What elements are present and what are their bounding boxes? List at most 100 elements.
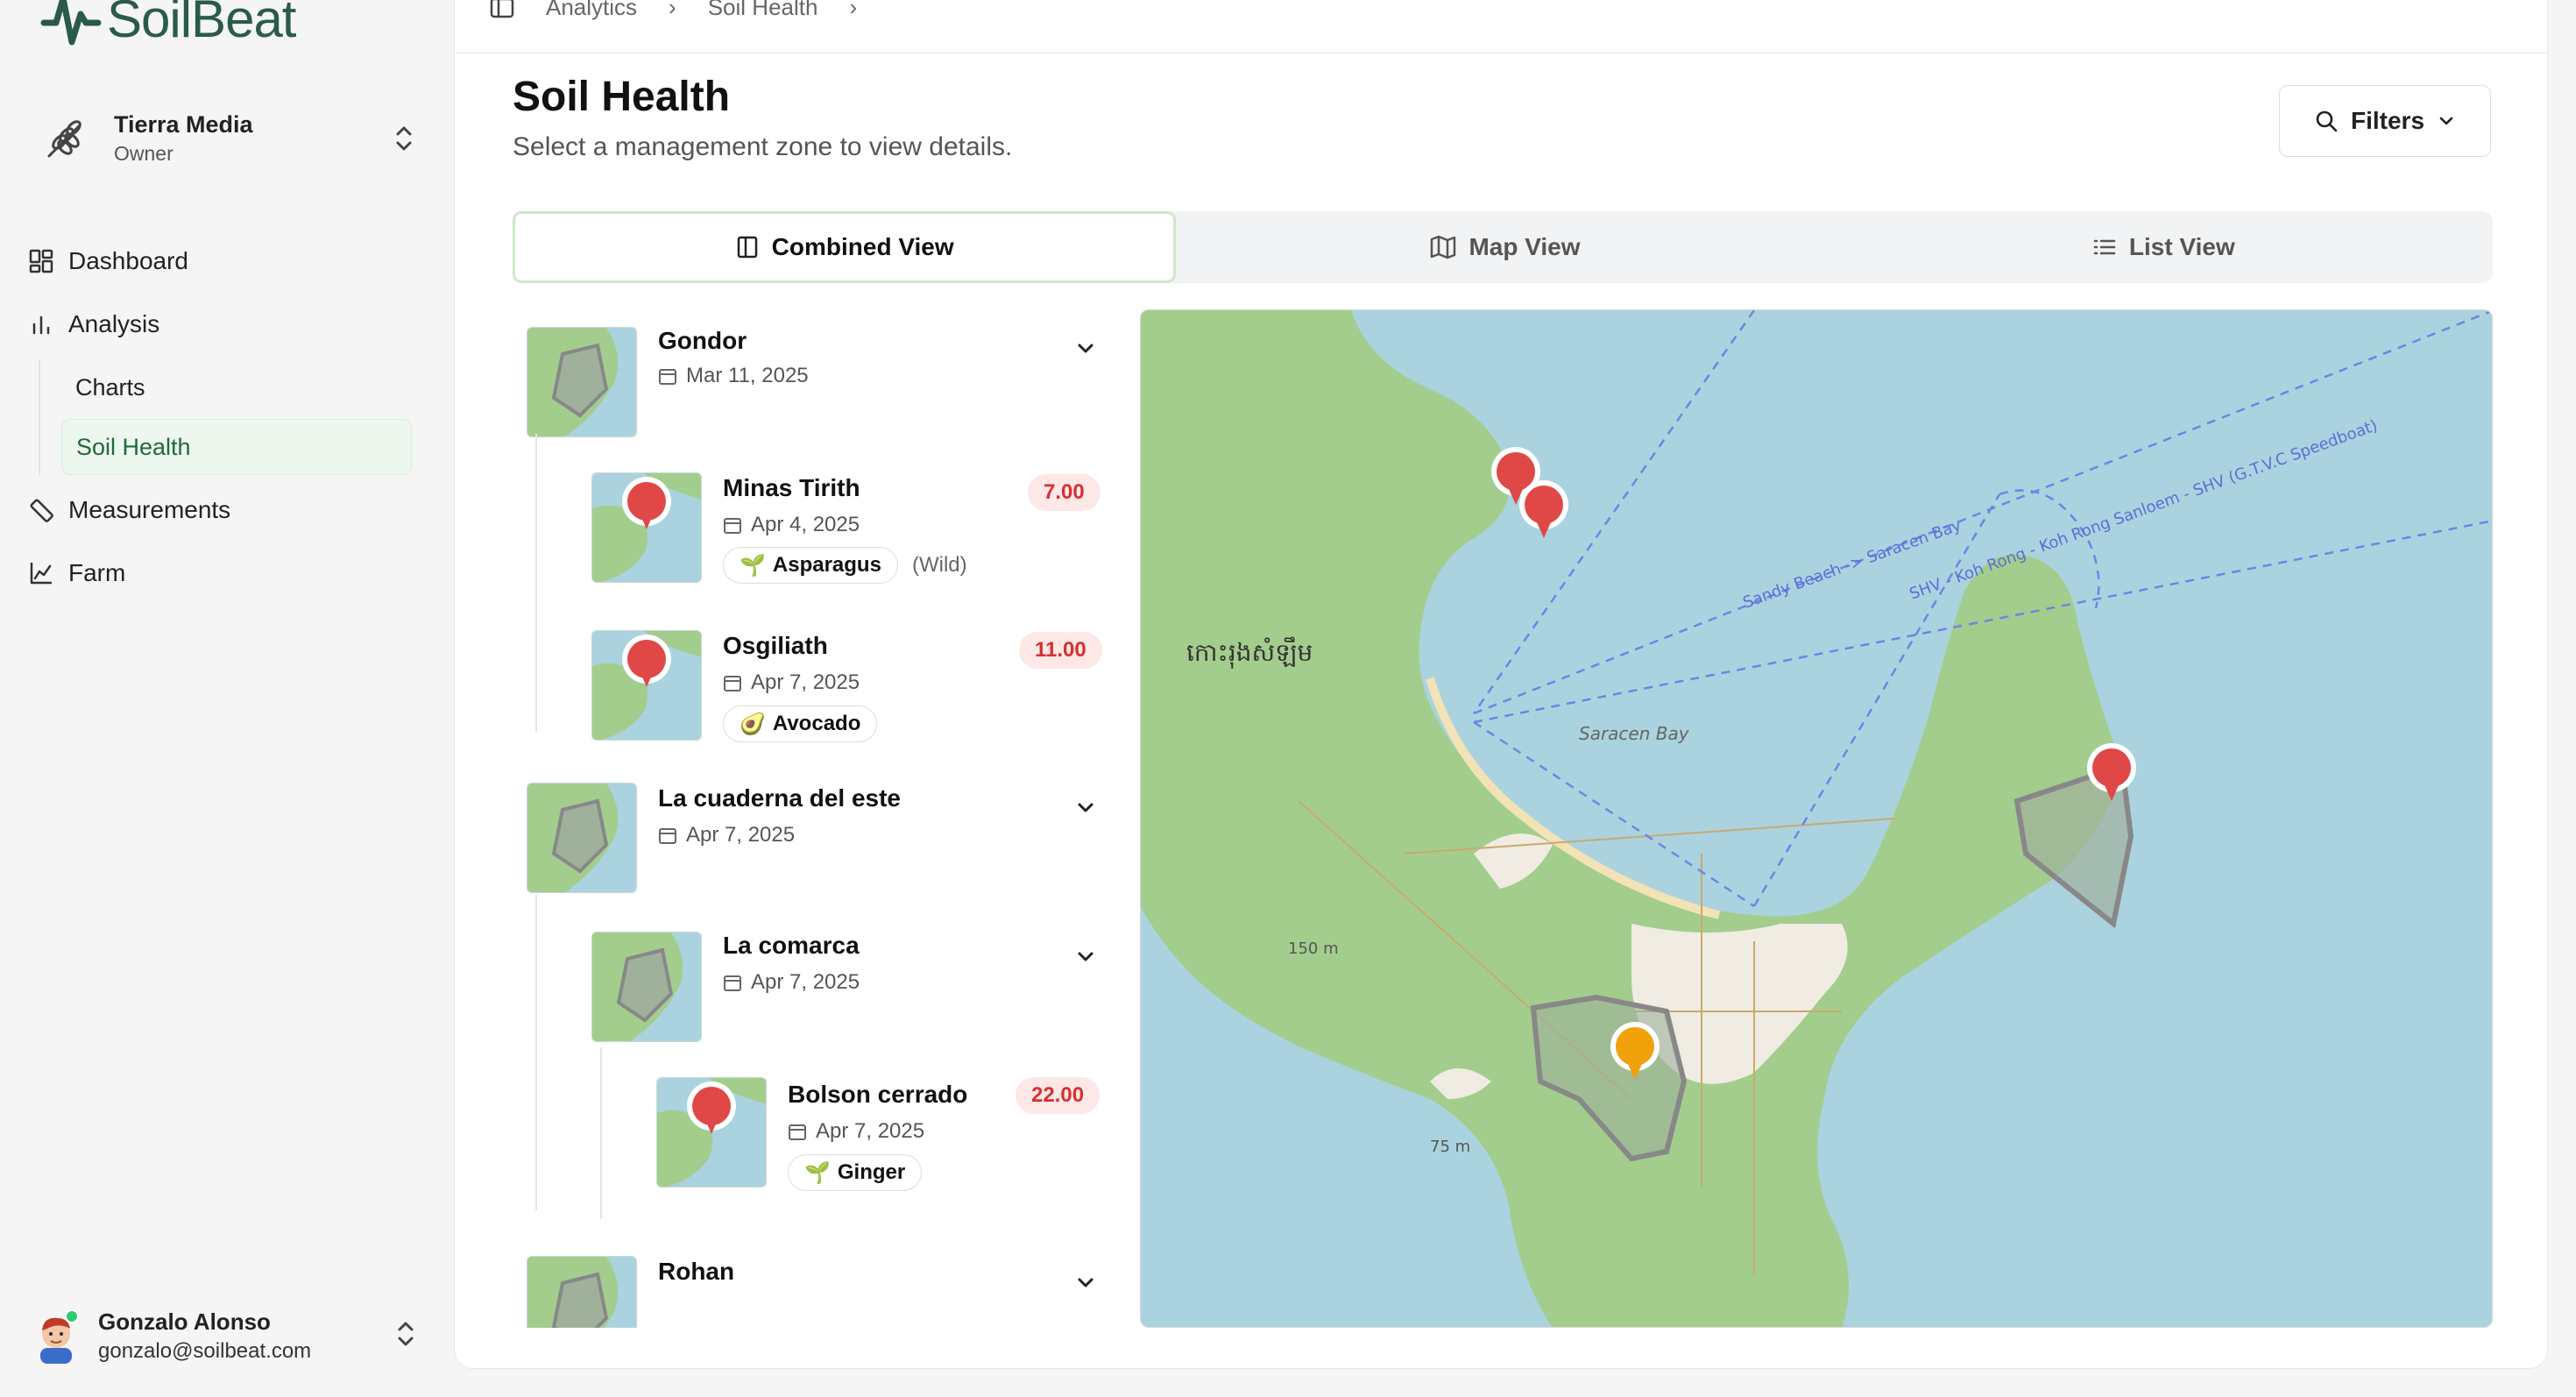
- org-role: Owner: [114, 142, 173, 165]
- date-text: Apr 7, 2025: [751, 670, 860, 694]
- page-subtitle: Select a management zone to view details…: [513, 132, 1013, 161]
- tree-line: [535, 895, 537, 1210]
- score-badge: 22.00: [1016, 1077, 1100, 1114]
- zone-date: Apr 7, 2025: [658, 823, 795, 847]
- sidebar-item-analysis[interactable]: Analysis: [26, 293, 412, 356]
- tab-label: Map View: [1468, 233, 1581, 260]
- sidebar-item-measurements[interactable]: Measurements: [26, 479, 412, 542]
- chevron-down-icon[interactable]: [1075, 1272, 1096, 1293]
- zone-thumbnail[interactable]: [591, 932, 702, 1042]
- zone-name[interactable]: Rohan: [658, 1258, 734, 1286]
- zone-list: Gondor Mar 11, 2025 Minas Tirith 7.00 Ap…: [513, 311, 1114, 1328]
- tab-map-view[interactable]: Map View: [1176, 211, 1834, 283]
- chevron-down-icon[interactable]: [1075, 946, 1096, 967]
- sidebar-item-label: Measurements: [68, 496, 231, 523]
- crop-badge: 🌱 Ginger: [788, 1154, 923, 1191]
- calendar-icon: [659, 828, 676, 844]
- zone-thumbnail[interactable]: [527, 327, 637, 437]
- sprout-icon: 🌱: [804, 1160, 831, 1185]
- zone-name[interactable]: Osgiliath: [723, 632, 828, 660]
- breadcrumb-analytics[interactable]: Analytics: [546, 0, 637, 21]
- tab-label: Combined View: [771, 233, 954, 260]
- bay-label: Saracen Bay: [1579, 723, 1690, 744]
- zone-thumbnail[interactable]: [656, 1077, 767, 1188]
- zone-thumbnail[interactable]: [591, 630, 702, 741]
- main-panel: Analytics › Soil Health › Soil Health Se…: [454, 0, 2548, 1369]
- tab-label: List View: [2128, 233, 2235, 260]
- calendar-icon: [724, 975, 741, 991]
- crop-name: Avocado: [772, 712, 861, 735]
- list-icon: [2093, 239, 2116, 255]
- user-menu[interactable]: Gonzalo Alonso gonzalo@soilbeat.com: [32, 1301, 417, 1371]
- sidebar-toggle-icon[interactable]: [490, 0, 514, 20]
- org-switcher[interactable]: Tierra Media Owner: [32, 103, 417, 174]
- zone-thumbnail[interactable]: [591, 472, 702, 583]
- zone-name[interactable]: Minas Tirith: [723, 474, 860, 502]
- breadcrumb: Analytics › Soil Health ›: [490, 0, 857, 21]
- sidebar-item-label: Charts: [75, 373, 145, 401]
- zone-name[interactable]: Gondor: [658, 327, 747, 355]
- columns-icon: [737, 236, 757, 259]
- tree-line: [535, 434, 537, 732]
- zone-thumbnail[interactable]: [527, 783, 637, 893]
- crop-name: Ginger: [837, 1160, 906, 1184]
- zone-name[interactable]: Bolson cerrado: [788, 1081, 967, 1109]
- chevrons-up-down-icon: [396, 126, 412, 151]
- sidebar-item-farm[interactable]: Farm: [26, 542, 412, 605]
- calendar-icon: [724, 518, 741, 534]
- crop-name: Asparagus: [772, 553, 881, 577]
- sidebar-item-label: Farm: [68, 559, 126, 586]
- crop-variety: (Wild): [912, 553, 967, 577]
- sprout-icon: 🌱: [740, 553, 766, 578]
- chevron-down-icon[interactable]: [1075, 337, 1096, 358]
- ruler-icon: [26, 495, 56, 525]
- elevation-label: 150 m: [1288, 940, 1339, 958]
- sidebar-item-label: Analysis: [68, 310, 160, 337]
- tab-combined-view[interactable]: Combined View: [513, 211, 1177, 283]
- view-tabs: Combined View Map View List View: [513, 211, 2493, 283]
- zone-thumbnail[interactable]: [527, 1256, 637, 1328]
- zone-date: Apr 7, 2025: [723, 970, 860, 995]
- zone-date: Apr 7, 2025: [788, 1119, 924, 1144]
- pulse-logo-icon: [40, 0, 102, 46]
- page-title: Soil Health: [513, 74, 731, 120]
- zone-map[interactable]: កោះរុងសំឡឹម Saracen Bay SHV - Koh Rong -…: [1140, 309, 2493, 1328]
- app-logo[interactable]: SoilBeat: [40, 0, 296, 49]
- dashboard-icon: [26, 246, 56, 276]
- crop-badge: 🌱 Asparagus: [723, 547, 898, 584]
- sidebar-item-charts[interactable]: Charts: [61, 359, 412, 415]
- score-badge: 11.00: [1019, 632, 1102, 669]
- date-text: Apr 7, 2025: [751, 970, 860, 994]
- zone-date: Apr 4, 2025: [723, 513, 860, 537]
- avocado-icon: 🥑: [740, 712, 766, 736]
- breadcrumb-soil-health[interactable]: Soil Health: [708, 0, 818, 21]
- score-badge: 7.00: [1028, 474, 1100, 511]
- chevron-down-icon: [2439, 117, 2453, 125]
- chevrons-up-down-icon: [398, 1322, 414, 1346]
- calendar-icon: [659, 369, 676, 385]
- sidebar-nav: Dashboard Analysis Charts Soil Health Me…: [26, 230, 412, 605]
- user-email: gonzalo@soilbeat.com: [98, 1338, 312, 1363]
- zone-name[interactable]: La cuaderna del este: [658, 784, 901, 812]
- top-bar: Analytics › Soil Health ›: [455, 0, 2547, 53]
- sidebar-item-label: Soil Health: [76, 433, 191, 460]
- sidebar-item-label: Dashboard: [68, 247, 188, 274]
- wheat-icon: [32, 103, 102, 174]
- tab-list-view[interactable]: List View: [1835, 211, 2493, 283]
- island-label: កោះរុងសំឡឹម: [1186, 636, 1313, 669]
- calendar-icon: [724, 676, 741, 691]
- date-text: Apr 7, 2025: [816, 1119, 925, 1143]
- sidebar-item-dashboard[interactable]: Dashboard: [26, 230, 412, 293]
- chevron-right-icon: ›: [669, 0, 676, 20]
- calendar-icon: [789, 1124, 806, 1140]
- chevron-right-icon: ›: [849, 0, 858, 20]
- zone-date: Apr 7, 2025: [723, 670, 860, 695]
- online-status-dot: [65, 1309, 79, 1323]
- zone-name[interactable]: La comarca: [723, 932, 860, 960]
- analysis-subnav: Charts Soil Health: [39, 359, 412, 475]
- chevron-down-icon[interactable]: [1075, 797, 1096, 818]
- bar-chart-icon: [26, 309, 56, 339]
- sidebar-item-soil-health[interactable]: Soil Health: [61, 419, 412, 475]
- user-name: Gonzalo Alonso: [98, 1308, 271, 1335]
- filters-button[interactable]: Filters: [2279, 85, 2491, 157]
